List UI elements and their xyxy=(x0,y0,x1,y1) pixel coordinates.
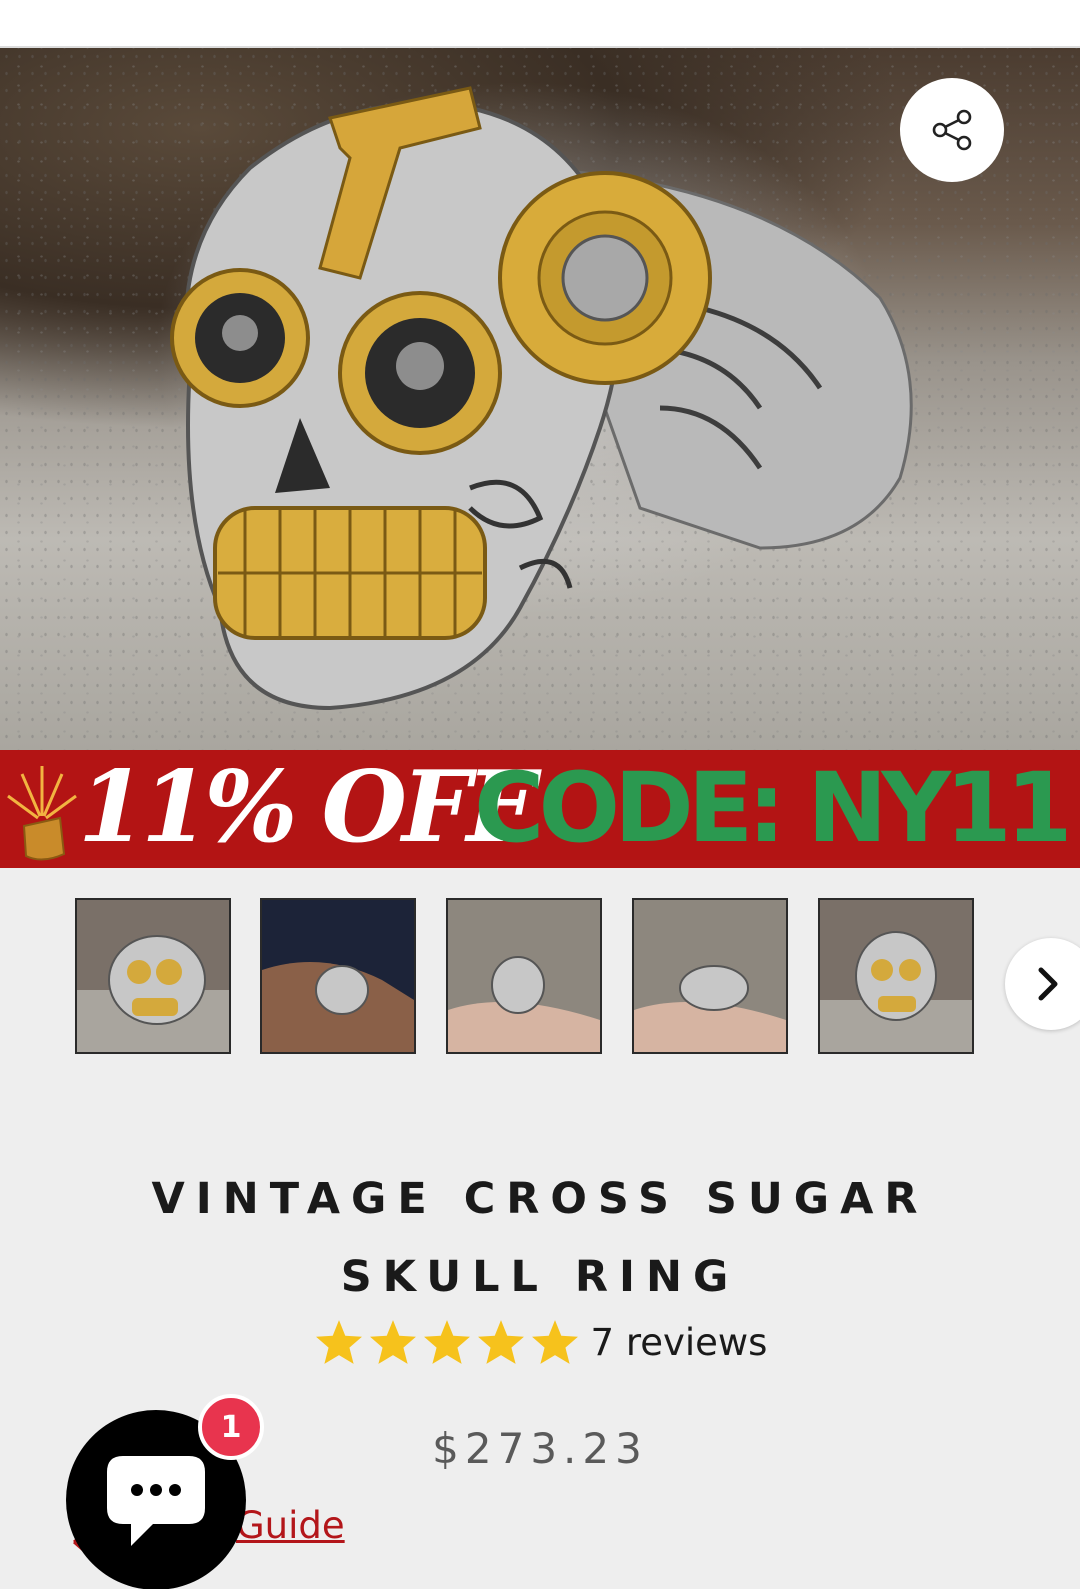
thumbnail-2[interactable] xyxy=(260,898,416,1054)
thumbnail-5[interactable] xyxy=(818,898,974,1054)
star-icon xyxy=(369,1320,416,1364)
star-icon xyxy=(315,1320,362,1364)
share-icon xyxy=(932,109,972,151)
promo-code: CODE: NY11 xyxy=(474,752,1073,864)
thumbnail-3[interactable] xyxy=(446,898,602,1054)
promo-banner: 11% OFF CODE: NY11 xyxy=(0,750,1080,868)
chat-bubble-icon xyxy=(107,1456,205,1546)
chat-notification-badge: 1 xyxy=(198,1394,264,1460)
product-rating[interactable]: 7 reviews xyxy=(0,1312,1080,1372)
share-button[interactable] xyxy=(900,78,1004,182)
star-icon xyxy=(423,1320,470,1364)
reviews-count[interactable]: 7 reviews xyxy=(591,1321,768,1364)
thumbnail-gallery xyxy=(0,896,1080,1056)
thumbnail-1[interactable] xyxy=(75,898,231,1054)
size-guide-link[interactable]: Guide xyxy=(236,1504,345,1547)
rating-stars xyxy=(313,1318,581,1366)
firework-icon xyxy=(7,766,77,861)
product-main-image[interactable] xyxy=(0,48,1080,750)
star-icon xyxy=(477,1320,524,1364)
promo-discount: 11% OFF xyxy=(78,750,536,865)
star-icon xyxy=(531,1320,578,1364)
product-title: VINTAGE CROSS SUGAR SKULL RING xyxy=(151,1174,929,1302)
thumbnail-4[interactable] xyxy=(632,898,788,1054)
chevron-right-icon xyxy=(1038,967,1058,1001)
top-bar xyxy=(0,0,1080,48)
